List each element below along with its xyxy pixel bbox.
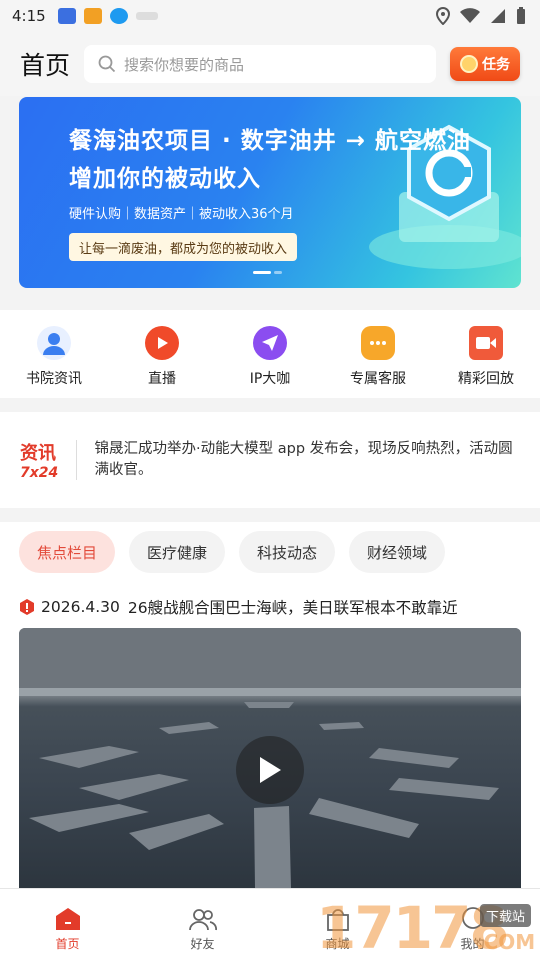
- news-logo-top: 资讯: [20, 443, 56, 464]
- divider: [75, 440, 77, 480]
- nav-friends[interactable]: 好友: [135, 889, 270, 960]
- carousel-indicator: [253, 271, 282, 274]
- news-ticker[interactable]: 资讯 7x24 锦晟汇成功举办·动能大模型 app 发布会，现场反响热烈，活动圆…: [0, 412, 540, 508]
- promo-banner[interactable]: 餐海油农项目 · 数字油井 → 航空燃油 增加你的被动收入 硬件认购｜数据资产｜…: [19, 97, 521, 288]
- quick-nav-item-news[interactable]: 书院资讯: [0, 310, 108, 398]
- play-icon: [145, 326, 179, 360]
- user-icon: [37, 326, 71, 360]
- play-icon: [260, 757, 281, 783]
- tab-focus[interactable]: 焦点栏目: [19, 531, 116, 573]
- app-notification-icon: [83, 8, 102, 24]
- download-icon: [109, 8, 128, 24]
- quick-nav-item-ip[interactable]: IP大咖: [216, 310, 324, 398]
- article-date: 2026.4.30: [41, 598, 120, 616]
- tab-finance[interactable]: 财经领域: [349, 531, 446, 573]
- app-notification-icon: [135, 12, 158, 20]
- banner-slogan: 让每一滴废油，都成为您的被动收入: [69, 233, 298, 261]
- send-icon: [253, 326, 287, 360]
- app-notification-icon: [57, 8, 76, 24]
- site-watermark: 17178 下载站 .COM: [316, 894, 540, 960]
- hot-icon: [20, 599, 34, 615]
- news-logo-bottom: 7x24: [20, 465, 59, 481]
- status-time: 4:15: [12, 7, 46, 25]
- search-placeholder: 搜索你想要的商品: [124, 55, 245, 74]
- banner-tags: 硬件认购｜数据资产｜被动收入36个月: [69, 207, 294, 222]
- quick-nav: 书院资讯 直播 IP大咖 专属客服 精彩回放: [0, 310, 540, 398]
- signal-icon: [491, 9, 505, 23]
- play-button[interactable]: [236, 736, 304, 804]
- video-thumbnail[interactable]: [19, 628, 521, 890]
- article-title: 26艘战舰合围巴士海峡，美日联军根本不敢靠近: [127, 599, 458, 617]
- home-icon: [55, 908, 80, 930]
- content-section: 焦点栏目 医疗健康 科技动态 财经领域 2026.4.30 26艘战舰合围巴士海…: [0, 522, 540, 892]
- app-header: 首页 搜索你想要的商品 任务: [0, 32, 540, 96]
- friends-icon: [188, 909, 217, 931]
- quick-nav-label: 精彩回放: [458, 371, 514, 387]
- page-title: 首页: [20, 51, 71, 80]
- search-icon: [98, 55, 116, 73]
- banner-subheadline: 增加你的被动收入: [69, 166, 261, 192]
- quick-nav-label: 书院资讯: [26, 371, 82, 387]
- nav-home[interactable]: 首页: [0, 889, 135, 960]
- carousel-dot: [274, 271, 282, 274]
- medal-icon: [460, 55, 478, 73]
- watermark-sub: 下载站: [480, 904, 532, 927]
- tab-tech[interactable]: 科技动态: [239, 531, 336, 573]
- quick-nav-item-replay[interactable]: 精彩回放: [432, 310, 540, 398]
- carousel-dot: [253, 271, 271, 274]
- quick-nav-label: IP大咖: [249, 371, 291, 387]
- article-headline[interactable]: 2026.4.30 26艘战舰合围巴士海峡，美日联军根本不敢靠近: [19, 596, 458, 618]
- news-text: 锦晟汇成功举办·动能大模型 app 发布会，现场反响热烈，活动圆满收官。: [94, 441, 513, 478]
- wifi-icon: [460, 8, 480, 23]
- category-tabs: 焦点栏目 医疗健康 科技动态 财经领域: [19, 531, 446, 573]
- task-button[interactable]: 任务: [450, 47, 520, 81]
- news-logo: 资讯 7x24: [20, 439, 64, 481]
- nav-label: 首页: [55, 937, 80, 951]
- nav-label: 好友: [190, 937, 215, 951]
- quick-nav-label: 专属客服: [350, 371, 406, 387]
- watermark-suffix: .COM: [476, 930, 536, 954]
- quick-nav-item-live[interactable]: 直播: [108, 310, 216, 398]
- quick-nav-item-service[interactable]: 专属客服: [324, 310, 432, 398]
- task-label: 任务: [482, 57, 510, 73]
- quick-nav-label: 直播: [148, 371, 176, 387]
- video-icon: [469, 326, 503, 360]
- banner-headline: 餐海油农项目 · 数字油井 → 航空燃油: [69, 128, 472, 154]
- chat-icon: [361, 326, 395, 360]
- search-input[interactable]: 搜索你想要的商品: [84, 45, 436, 83]
- status-bar: 4:15: [0, 0, 540, 32]
- location-icon: [436, 7, 450, 25]
- tab-medical[interactable]: 医疗健康: [129, 531, 226, 573]
- battery-icon: [517, 7, 525, 24]
